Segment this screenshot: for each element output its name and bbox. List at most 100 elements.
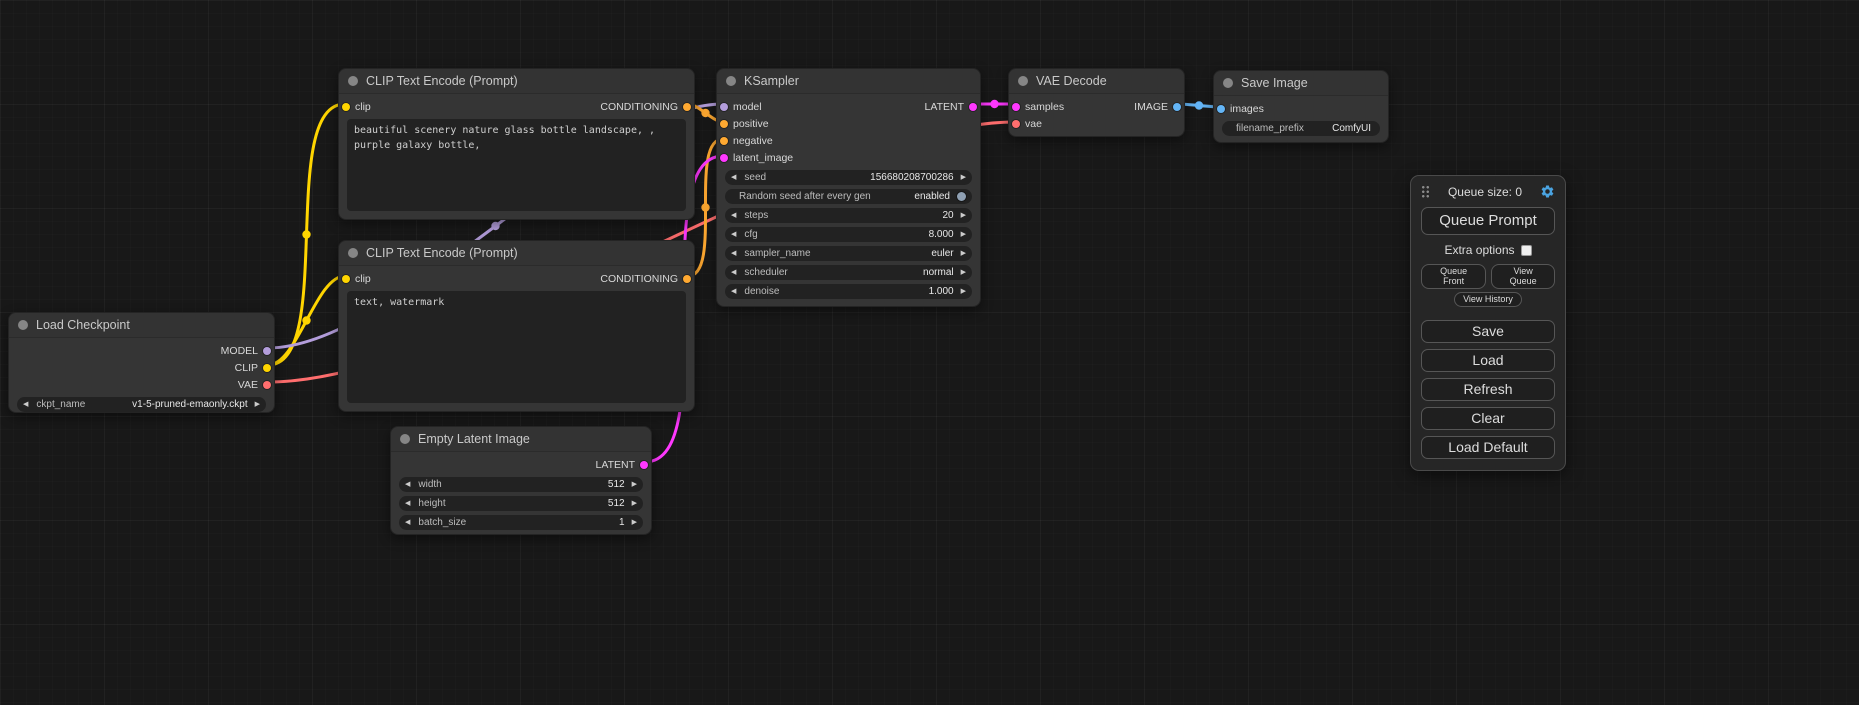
left-arrow-icon[interactable]: ◀ bbox=[731, 231, 736, 238]
node-title-bar[interactable]: VAE Decode bbox=[1009, 69, 1184, 94]
samples-input-slot[interactable] bbox=[1012, 103, 1020, 111]
right-arrow-icon[interactable]: ▶ bbox=[961, 174, 966, 181]
node-title-bar[interactable]: Load Checkpoint bbox=[9, 313, 274, 338]
vae-output-slot[interactable] bbox=[263, 381, 271, 389]
collapse-dot-icon[interactable] bbox=[1223, 78, 1233, 88]
negative-prompt-textarea[interactable]: text, watermark bbox=[347, 291, 686, 403]
node-load-checkpoint[interactable]: Load Checkpoint MODEL CLIP VAE ◀ ckpt_na… bbox=[8, 312, 275, 413]
samples-input-label: samples bbox=[1025, 101, 1064, 113]
positive-input-slot[interactable] bbox=[720, 120, 728, 128]
extra-options-label: Extra options bbox=[1444, 243, 1514, 257]
cfg-widget[interactable]: ◀ cfg 8.000 ▶ bbox=[725, 227, 972, 242]
left-arrow-icon[interactable]: ◀ bbox=[405, 500, 410, 507]
negative-input-slot[interactable] bbox=[720, 137, 728, 145]
left-arrow-icon[interactable]: ◀ bbox=[731, 174, 736, 181]
image-output-label: IMAGE bbox=[1134, 101, 1168, 113]
drag-handle-icon[interactable] bbox=[1421, 185, 1430, 198]
node-title-bar[interactable]: Empty Latent Image bbox=[391, 427, 651, 452]
node-title-bar[interactable]: KSampler bbox=[717, 69, 980, 94]
widget-label: height bbox=[418, 498, 604, 509]
history-row: View History bbox=[1421, 292, 1555, 307]
collapse-dot-icon[interactable] bbox=[348, 248, 358, 258]
collapse-dot-icon[interactable] bbox=[400, 434, 410, 444]
clip-input-slot[interactable] bbox=[342, 275, 350, 283]
extra-options-checkbox[interactable] bbox=[1521, 245, 1532, 256]
right-arrow-icon[interactable]: ▶ bbox=[255, 401, 260, 408]
right-arrow-icon[interactable]: ▶ bbox=[632, 519, 637, 526]
left-arrow-icon[interactable]: ◀ bbox=[731, 288, 736, 295]
clip-output-slot[interactable] bbox=[263, 364, 271, 372]
node-clip-text-encode-negative[interactable]: CLIP Text Encode (Prompt) clip CONDITION… bbox=[338, 240, 695, 412]
slot-row: latent_image bbox=[717, 149, 980, 166]
right-arrow-icon[interactable]: ▶ bbox=[961, 288, 966, 295]
width-widget[interactable]: ◀ width 512 ▶ bbox=[399, 477, 643, 492]
vae-input-slot[interactable] bbox=[1012, 120, 1020, 128]
seed-widget[interactable]: ◀ seed 156680208700286 ▶ bbox=[725, 170, 972, 185]
batch-size-widget[interactable]: ◀ batch_size 1 ▶ bbox=[399, 515, 643, 530]
scheduler-widget[interactable]: ◀ scheduler normal ▶ bbox=[725, 265, 972, 280]
sampler-name-widget[interactable]: ◀ sampler_name euler ▶ bbox=[725, 246, 972, 261]
right-arrow-icon[interactable]: ▶ bbox=[961, 212, 966, 219]
conditioning-output-label: CONDITIONING bbox=[600, 273, 678, 285]
right-arrow-icon[interactable]: ▶ bbox=[632, 500, 637, 507]
node-vae-decode[interactable]: VAE Decode samples IMAGE vae bbox=[1008, 68, 1185, 137]
left-arrow-icon[interactable]: ◀ bbox=[23, 401, 28, 408]
right-arrow-icon[interactable]: ▶ bbox=[961, 250, 966, 257]
node-title-bar[interactable]: CLIP Text Encode (Prompt) bbox=[339, 241, 694, 266]
left-arrow-icon[interactable]: ◀ bbox=[731, 269, 736, 276]
latent-output-slot[interactable] bbox=[640, 461, 648, 469]
clip-input-slot[interactable] bbox=[342, 103, 350, 111]
queue-size-label: Queue size: 0 bbox=[1436, 185, 1534, 199]
denoise-widget[interactable]: ◀ denoise 1.000 ▶ bbox=[725, 284, 972, 299]
queue-prompt-button[interactable]: Queue Prompt bbox=[1421, 207, 1555, 235]
node-clip-text-encode-positive[interactable]: CLIP Text Encode (Prompt) clip CONDITION… bbox=[338, 68, 695, 220]
conditioning-output-slot[interactable] bbox=[683, 103, 691, 111]
toggle-dot-icon[interactable] bbox=[957, 192, 966, 201]
images-input-slot[interactable] bbox=[1217, 105, 1225, 113]
load-button[interactable]: Load bbox=[1421, 349, 1555, 372]
node-title-bar[interactable]: CLIP Text Encode (Prompt) bbox=[339, 69, 694, 94]
load-default-button[interactable]: Load Default bbox=[1421, 436, 1555, 459]
clip-to-negative-prompt bbox=[268, 276, 345, 365]
view-queue-button[interactable]: View Queue bbox=[1491, 264, 1555, 289]
right-arrow-icon[interactable]: ▶ bbox=[961, 269, 966, 276]
height-widget[interactable]: ◀ height 512 ▶ bbox=[399, 496, 643, 511]
left-arrow-icon[interactable]: ◀ bbox=[405, 519, 410, 526]
node-title-bar[interactable]: Save Image bbox=[1214, 71, 1388, 96]
node-ksampler[interactable]: KSampler model LATENT positive negative … bbox=[716, 68, 981, 307]
filename-prefix-widget[interactable]: filename_prefix ComfyUI bbox=[1222, 121, 1380, 136]
collapse-dot-icon[interactable] bbox=[18, 320, 28, 330]
random-seed-toggle-widget[interactable]: Random seed after every gen enabled bbox=[725, 189, 972, 204]
collapse-dot-icon[interactable] bbox=[726, 76, 736, 86]
latent-image-input-slot[interactable] bbox=[720, 154, 728, 162]
steps-widget[interactable]: ◀ steps 20 ▶ bbox=[725, 208, 972, 223]
latent-output-slot[interactable] bbox=[969, 103, 977, 111]
save-button[interactable]: Save bbox=[1421, 320, 1555, 343]
ckpt-name-widget[interactable]: ◀ ckpt_name v1-5-pruned-emaonly.ckpt ▶ bbox=[17, 397, 266, 412]
right-arrow-icon[interactable]: ▶ bbox=[632, 481, 637, 488]
left-arrow-icon[interactable]: ◀ bbox=[731, 212, 736, 219]
right-arrow-icon[interactable]: ▶ bbox=[961, 231, 966, 238]
collapse-dot-icon[interactable] bbox=[1018, 76, 1028, 86]
widget-label: scheduler bbox=[744, 267, 919, 278]
widget-value: 1.000 bbox=[929, 286, 954, 297]
conditioning-output-slot[interactable] bbox=[683, 275, 691, 283]
left-arrow-icon[interactable]: ◀ bbox=[731, 250, 736, 257]
settings-gear-icon[interactable] bbox=[1540, 184, 1555, 199]
image-output-slot[interactable] bbox=[1173, 103, 1181, 111]
view-history-button[interactable]: View History bbox=[1454, 292, 1522, 307]
queue-menu-panel: Queue size: 0 Queue Prompt Extra options… bbox=[1410, 175, 1566, 471]
node-empty-latent-image[interactable]: Empty Latent Image LATENT ◀ width 512 ▶ … bbox=[390, 426, 652, 535]
collapse-dot-icon[interactable] bbox=[348, 76, 358, 86]
slot-row: VAE bbox=[9, 376, 274, 393]
left-arrow-icon[interactable]: ◀ bbox=[405, 481, 410, 488]
node-save-image[interactable]: Save Image images filename_prefix ComfyU… bbox=[1213, 70, 1389, 143]
clear-button[interactable]: Clear bbox=[1421, 407, 1555, 430]
model-output-slot[interactable] bbox=[263, 347, 271, 355]
positive-prompt-textarea[interactable]: beautiful scenery nature glass bottle la… bbox=[347, 119, 686, 211]
node-title: KSampler bbox=[744, 74, 799, 88]
refresh-button[interactable]: Refresh bbox=[1421, 378, 1555, 401]
queue-front-button[interactable]: Queue Front bbox=[1421, 264, 1486, 289]
model-input-slot[interactable] bbox=[720, 103, 728, 111]
widget-value: normal bbox=[923, 267, 954, 278]
